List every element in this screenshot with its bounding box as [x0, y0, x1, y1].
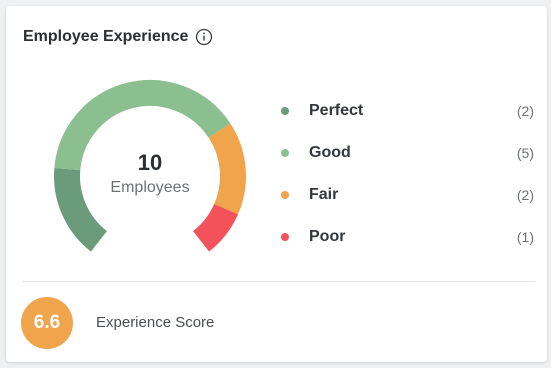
poor-dot-icon: [281, 233, 289, 241]
employee-experience-card: Employee Experience 10 Employees Perfect…: [6, 6, 547, 362]
legend-count: (2): [516, 187, 534, 203]
experience-score-badge: 6.6: [21, 297, 73, 349]
legend-count: (2): [516, 103, 534, 119]
legend-label: Good: [309, 144, 351, 161]
divider: [22, 281, 535, 282]
experience-score-label: Experience Score: [96, 314, 215, 331]
legend-count: (1): [516, 229, 534, 245]
employee-count: 10: [137, 150, 163, 175]
card-title: Employee Experience: [23, 28, 189, 45]
good-dot-icon: [281, 149, 289, 157]
legend-count: (5): [516, 145, 534, 161]
fair-dot-icon: [281, 191, 289, 199]
legend-item-perfect[interactable]: Perfect (2): [278, 90, 536, 132]
employee-count-label: Employees: [110, 179, 190, 196]
legend-item-fair[interactable]: Fair (2): [278, 174, 536, 216]
perfect-dot-icon: [281, 107, 289, 115]
gauge-center: 10 Employees: [52, 150, 248, 199]
card-header: Employee Experience: [23, 28, 213, 46]
experience-gauge: 10 Employees: [52, 78, 248, 274]
legend-label: Poor: [309, 228, 346, 245]
legend-item-good[interactable]: Good (5): [278, 132, 536, 174]
legend: Perfect (2) Good (5) Fair (2) Poor (1): [278, 90, 536, 258]
gauge-segment-poor: [192, 203, 238, 252]
legend-label: Fair: [309, 186, 339, 203]
legend-label: Perfect: [309, 102, 364, 119]
legend-item-poor[interactable]: Poor (1): [278, 216, 536, 258]
info-icon[interactable]: [195, 28, 213, 46]
